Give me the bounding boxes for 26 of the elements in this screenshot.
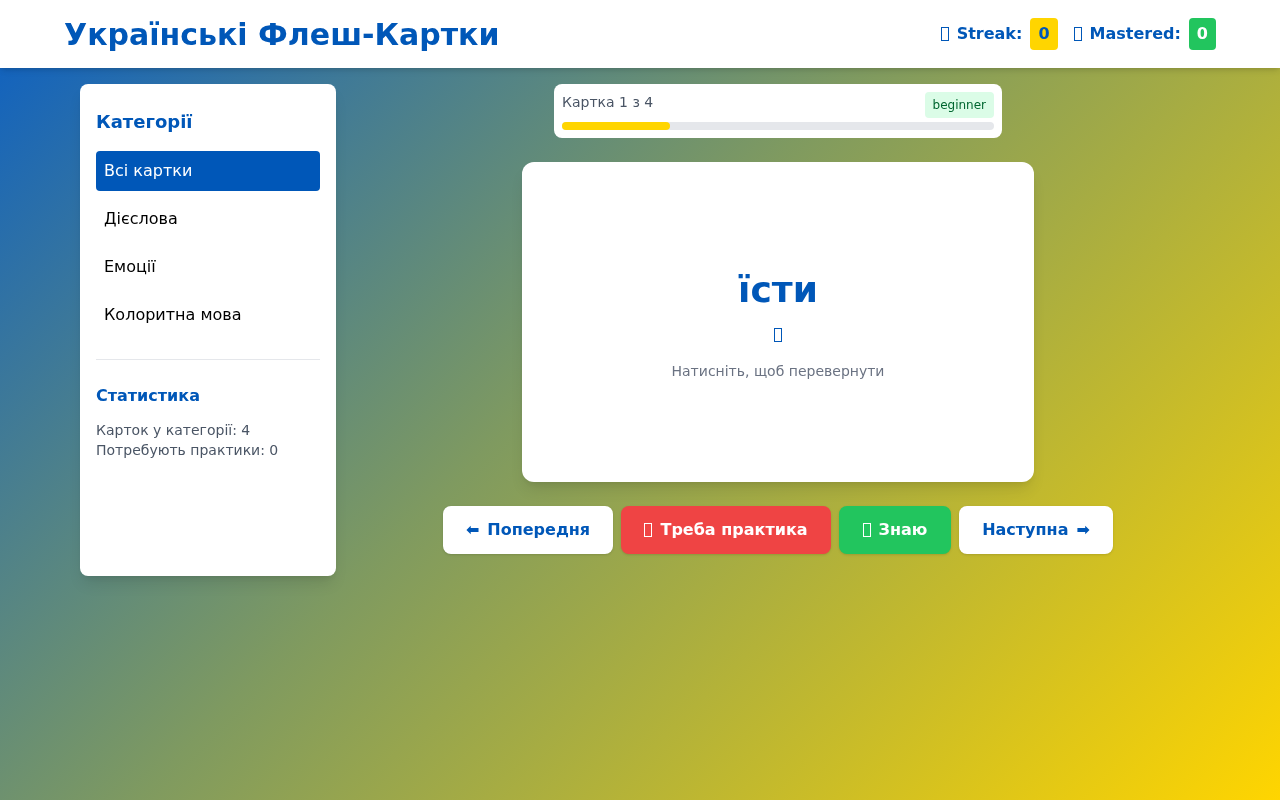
stat-badge: 0: [1030, 18, 1058, 50]
category-item[interactable]: Дієслова: [96, 199, 320, 239]
sidebar-title: Категорії: [96, 110, 194, 134]
category-item[interactable]: Емоції: [96, 247, 320, 287]
category-item[interactable]: Колоритна мова: [96, 295, 320, 335]
previous-button[interactable]: ⬅ Попередня: [443, 506, 613, 554]
flash-card[interactable]: їсти Натисніть, щоб перевернути: [522, 162, 1034, 482]
next-button[interactable]: Наступна ➡: [959, 506, 1113, 554]
missing-glyph-icon: [1073, 27, 1082, 41]
missing-glyph-icon: [774, 327, 782, 342]
card-word: їсти: [738, 267, 818, 312]
stats-text: Потребують практики: 0: [96, 441, 280, 460]
card-hint: Натисніть, щоб перевернути: [671, 361, 885, 381]
category-item[interactable]: Всі картки: [96, 151, 320, 191]
level-tag: beginner: [924, 92, 994, 118]
missing-glyph-icon: [644, 523, 653, 537]
stat-label: Streak:: [956, 23, 1023, 45]
missing-glyph-icon: [940, 27, 949, 41]
progress-label: Картка 1 з 4: [562, 93, 654, 112]
app-title: Українські Флеш-Картки: [64, 15, 500, 54]
stats-title: Статистика: [96, 385, 201, 407]
stats-text: Карток у категорії: 4: [96, 421, 252, 440]
stat-label: Mastered:: [1089, 23, 1181, 45]
practice-button[interactable]: Треба практика: [621, 506, 831, 554]
missing-glyph-icon: [862, 523, 871, 537]
stat-badge: 0: [1188, 18, 1216, 50]
